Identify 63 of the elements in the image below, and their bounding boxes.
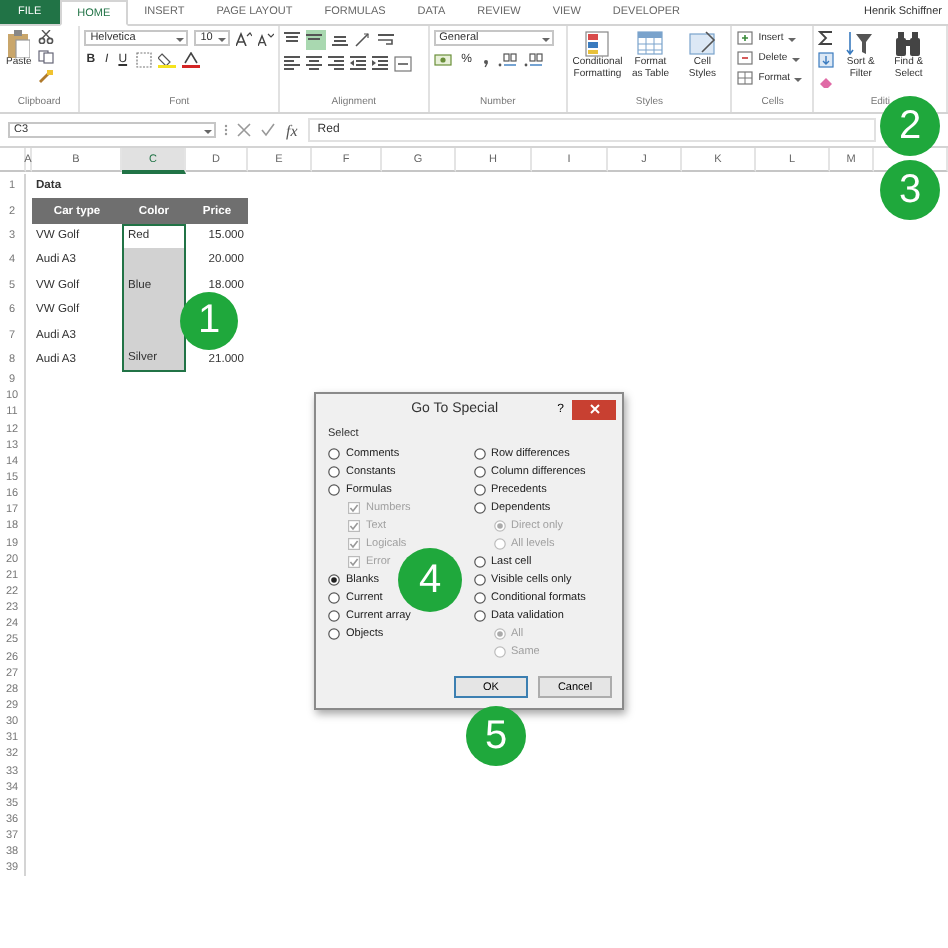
close-icon	[589, 404, 599, 414]
delete-cells-icon	[736, 50, 755, 66]
insert-function-button[interactable]: fx	[284, 121, 300, 139]
increase-decimal-icon[interactable]	[498, 52, 518, 68]
radio-icon[interactable]	[473, 591, 485, 603]
eraser-icon[interactable]	[818, 74, 835, 90]
font-color-icon[interactable]	[181, 52, 200, 68]
insert-cells-icon	[736, 30, 755, 46]
radio-icon[interactable]	[328, 465, 340, 477]
radio-icon[interactable]	[473, 573, 485, 585]
align-left-icon[interactable]	[284, 56, 301, 72]
radio-icon[interactable]	[473, 465, 485, 477]
caret-icon	[794, 75, 803, 81]
close-button[interactable]	[572, 399, 616, 419]
shrink-font-icon[interactable]	[258, 31, 275, 45]
align-top-icon[interactable]	[284, 32, 301, 48]
currency-icon[interactable]	[433, 52, 454, 68]
scissors-icon[interactable]	[37, 30, 54, 44]
radio-icon[interactable]	[328, 627, 340, 639]
radio-icon[interactable]	[473, 609, 485, 621]
radio-icon[interactable]	[328, 447, 340, 459]
radio-icon[interactable]	[473, 447, 485, 459]
decrease-decimal-icon[interactable]	[524, 52, 544, 68]
radio-icon[interactable]	[328, 609, 340, 621]
caret-icon	[791, 55, 800, 61]
caret-icon	[218, 35, 227, 41]
conditional-formatting-icon	[583, 30, 612, 58]
caret-icon	[176, 35, 185, 41]
format-cells-icon	[736, 70, 755, 86]
align-bottom-icon[interactable]	[332, 32, 349, 48]
radio-icon[interactable]	[473, 555, 485, 567]
step-badge: 5	[466, 706, 526, 766]
align-center-icon[interactable]	[306, 56, 323, 72]
cell-styles-icon	[688, 30, 717, 58]
caret-icon	[787, 35, 796, 41]
clipboard-icon	[6, 30, 31, 58]
fill-down-icon[interactable]	[818, 52, 835, 68]
orientation-icon[interactable]	[354, 32, 373, 48]
step-badge: 3	[880, 160, 940, 220]
align-right-icon[interactable]	[328, 56, 345, 72]
increase-indent-icon[interactable]	[372, 56, 389, 72]
step-badge: 1	[180, 292, 238, 350]
binoculars-icon	[894, 30, 923, 58]
radio-icon[interactable]	[328, 591, 340, 603]
cancel-icon[interactable]	[236, 122, 252, 138]
sort-filter-icon	[846, 30, 875, 58]
caret-icon	[541, 35, 550, 41]
radio-icon[interactable]	[473, 483, 485, 495]
format-table-icon	[636, 30, 665, 58]
copy-icon[interactable]	[37, 50, 54, 64]
wrap-text-icon[interactable]	[378, 32, 395, 48]
merge-cells-icon[interactable]	[394, 56, 413, 72]
check-icon[interactable]	[260, 122, 276, 138]
align-middle-icon[interactable]	[306, 30, 327, 50]
radio-icon[interactable]	[328, 483, 340, 495]
grow-font-icon[interactable]	[236, 31, 253, 45]
fill-color-icon[interactable]	[157, 52, 176, 68]
radio-icon[interactable]	[328, 573, 340, 585]
radio-icon[interactable]	[473, 501, 485, 513]
brush-icon[interactable]	[37, 70, 54, 84]
caret-icon	[204, 127, 212, 133]
autosum-icon[interactable]	[818, 30, 835, 46]
decrease-indent-icon[interactable]	[350, 56, 367, 72]
